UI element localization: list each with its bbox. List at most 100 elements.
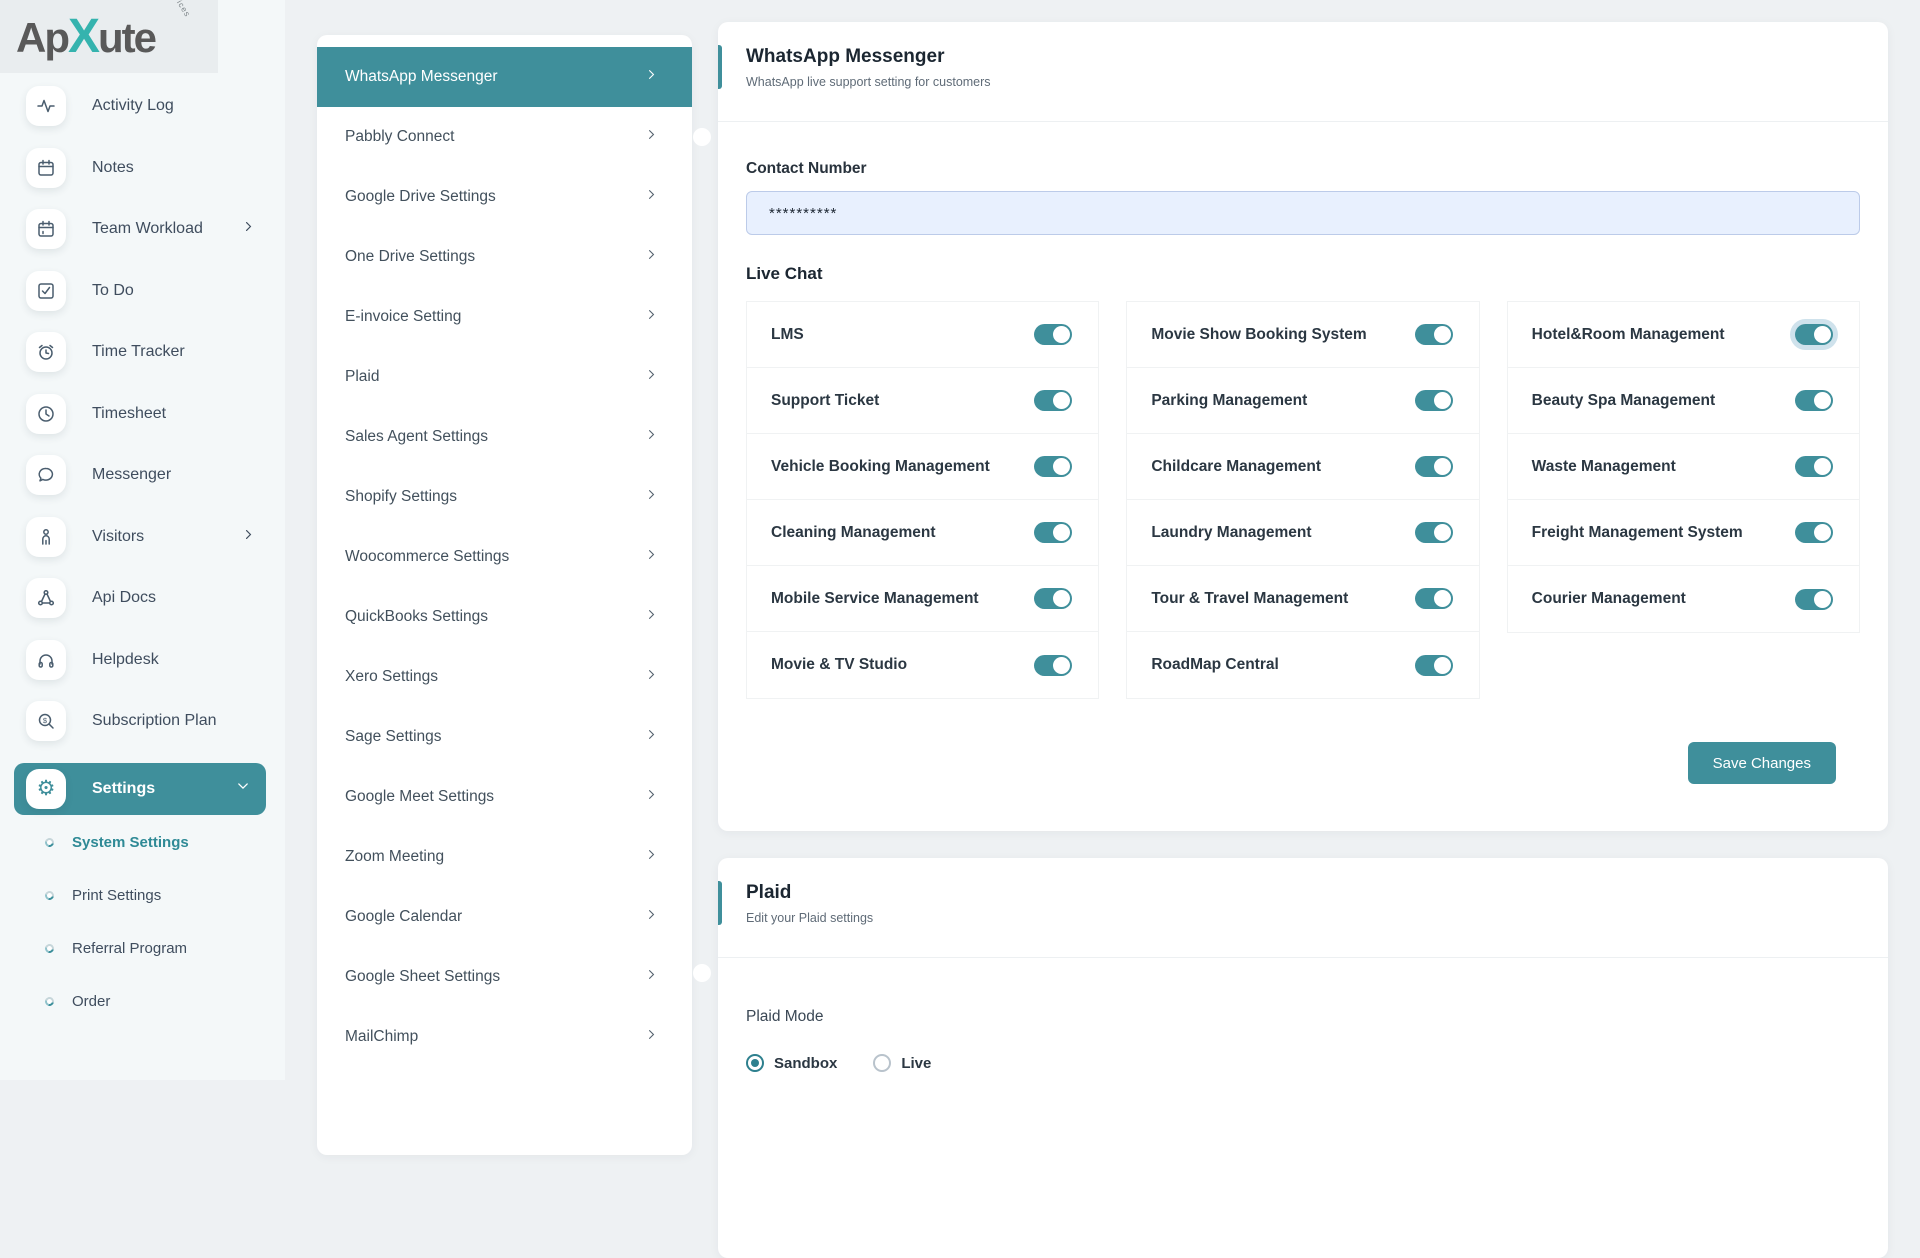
sidebar-item-to-do[interactable]: To Do: [0, 271, 285, 311]
vehicle-booking-toggle[interactable]: [1034, 456, 1072, 477]
settings-nav-quickbooks[interactable]: QuickBooks Settings: [317, 587, 692, 647]
childcare-toggle[interactable]: [1415, 456, 1453, 477]
plaid-mode-label: Plaid Mode: [746, 1008, 1860, 1026]
submenu-item-referral-program[interactable]: Referral Program: [0, 932, 285, 964]
brand-tagline: Web Services: [152, 0, 192, 19]
live-chat-row-vehicle-booking: Vehicle Booking Management: [747, 434, 1098, 500]
sidebar-item-settings[interactable]: ⚙ Settings: [14, 763, 266, 815]
live-chat-row-tour-travel: Tour & Travel Management: [1127, 566, 1478, 632]
hotel-room-toggle[interactable]: [1795, 324, 1833, 345]
movie-tv-studio-toggle[interactable]: [1034, 655, 1072, 676]
sidebar-item-time-tracker[interactable]: Time Tracker: [0, 332, 285, 372]
settings-nav-google-sheet[interactable]: Google Sheet Settings: [317, 947, 692, 1007]
sidebar: ApXute Web Services Activity Log Notes T…: [0, 0, 285, 1080]
support-ticket-toggle[interactable]: [1034, 390, 1072, 411]
submenu-item-print-settings[interactable]: Print Settings: [0, 879, 285, 911]
submenu-item-order[interactable]: Order: [0, 985, 285, 1017]
live-radio[interactable]: [873, 1054, 891, 1072]
settings-nav-xero[interactable]: Xero Settings: [317, 647, 692, 707]
plaid-subtitle: Edit your Plaid settings: [746, 911, 1860, 925]
chevron-right-icon: [645, 668, 658, 686]
settings-nav-google-calendar[interactable]: Google Calendar: [317, 887, 692, 947]
accent-bar: [718, 45, 722, 89]
settings-nav-zoom-meeting[interactable]: Zoom Meeting: [317, 827, 692, 887]
live-chat-row-courier: Courier Management: [1508, 566, 1859, 632]
whatsapp-messenger-card: WhatsApp Messenger WhatsApp live support…: [718, 22, 1888, 831]
sidebar-item-visitors[interactable]: Visitors: [0, 517, 285, 557]
live-chat-row-freight: Freight Management System: [1508, 500, 1859, 566]
settings-nav-plaid[interactable]: Plaid: [317, 347, 692, 407]
sidebar-item-subscription-plan[interactable]: $ Subscription Plan: [0, 701, 285, 741]
sidebar-item-notes[interactable]: Notes: [0, 148, 285, 188]
chevron-right-icon: [645, 188, 658, 206]
chevron-right-icon: [645, 548, 658, 566]
sidebar-item-helpdesk[interactable]: Helpdesk: [0, 640, 285, 680]
settings-nav-sales-agent[interactable]: Sales Agent Settings: [317, 407, 692, 467]
tour-travel-toggle[interactable]: [1415, 588, 1453, 609]
search-dollar-icon: $: [26, 701, 66, 741]
live-chat-row-parking: Parking Management: [1127, 368, 1478, 434]
chevron-right-icon: [242, 528, 255, 546]
settings-nav-e-invoice[interactable]: E-invoice Setting: [317, 287, 692, 347]
live-chat-row-support-ticket: Support Ticket: [747, 368, 1098, 434]
live-chat-row-mobile-service: Mobile Service Management: [747, 566, 1098, 632]
whatsapp-card-body: Contact Number Live Chat LMS Support Tic…: [718, 160, 1888, 784]
sidebar-item-team-workload[interactable]: Team Workload: [0, 209, 285, 249]
sandbox-radio[interactable]: [746, 1054, 764, 1072]
submenu-item-system-settings[interactable]: System Settings: [0, 826, 285, 858]
sidebar-item-messenger[interactable]: Messenger: [0, 455, 285, 495]
settings-nav-sage[interactable]: Sage Settings: [317, 707, 692, 767]
waste-toggle[interactable]: [1795, 456, 1833, 477]
settings-nav-google-meet[interactable]: Google Meet Settings: [317, 767, 692, 827]
laundry-toggle[interactable]: [1415, 522, 1453, 543]
settings-nav-google-drive[interactable]: Google Drive Settings: [317, 167, 692, 227]
parking-toggle[interactable]: [1415, 390, 1453, 411]
todo-check-icon: [26, 271, 66, 311]
settings-nav-whatsapp-messenger[interactable]: WhatsApp Messenger: [317, 47, 692, 107]
settings-nav-mailchimp[interactable]: MailChimp: [317, 1007, 692, 1067]
chevron-right-icon: [645, 68, 658, 86]
live-chat-row-cleaning: Cleaning Management: [747, 500, 1098, 566]
brand-wordmark: ApXute: [16, 9, 155, 64]
settings-submenu: System Settings Print Settings Referral …: [0, 826, 285, 1038]
chevron-right-icon: [645, 1028, 658, 1046]
live-chat-column-2: Movie Show Booking System Parking Manage…: [1126, 301, 1479, 699]
freight-toggle[interactable]: [1795, 522, 1833, 543]
workload-calendar-icon: [26, 209, 66, 249]
clock-icon: [26, 394, 66, 434]
chevron-right-icon: [645, 488, 658, 506]
bullet-icon: [43, 836, 55, 848]
mobile-service-toggle[interactable]: [1034, 588, 1072, 609]
settings-nav-shopify[interactable]: Shopify Settings: [317, 467, 692, 527]
lms-toggle[interactable]: [1034, 324, 1072, 345]
chevron-right-icon: [645, 308, 658, 326]
chevron-right-icon: [645, 848, 658, 866]
settings-nav-one-drive[interactable]: One Drive Settings: [317, 227, 692, 287]
live-chat-column-3: Hotel&Room Management Beauty Spa Managem…: [1507, 301, 1860, 633]
alarm-clock-icon: [26, 332, 66, 372]
sidebar-item-api-docs[interactable]: Api Docs: [0, 578, 285, 618]
courier-toggle[interactable]: [1795, 589, 1833, 610]
sidebar-item-timesheet[interactable]: Timesheet: [0, 394, 285, 434]
save-changes-button[interactable]: Save Changes: [1688, 742, 1836, 784]
live-chat-row-beauty-spa: Beauty Spa Management: [1508, 368, 1859, 434]
beauty-spa-toggle[interactable]: [1795, 390, 1833, 411]
contact-number-input[interactable]: [746, 191, 1860, 235]
contact-number-label: Contact Number: [746, 160, 1860, 178]
roadmap-central-toggle[interactable]: [1415, 655, 1453, 676]
sidebar-item-activity-log[interactable]: Activity Log: [0, 86, 285, 126]
live-chat-row-roadmap-central: RoadMap Central: [1127, 632, 1478, 698]
live-chat-grid: LMS Support Ticket Vehicle Booking Manag…: [746, 301, 1860, 699]
whatsapp-card-header: WhatsApp Messenger WhatsApp live support…: [718, 22, 1888, 122]
movie-show-booking-toggle[interactable]: [1415, 324, 1453, 345]
settings-nav-pabbly-connect[interactable]: Pabbly Connect: [317, 107, 692, 167]
bullet-icon: [43, 942, 55, 954]
chevron-right-icon: [242, 220, 255, 238]
live-chat-heading: Live Chat: [746, 264, 1860, 284]
sandbox-label: Sandbox: [774, 1055, 837, 1072]
cleaning-toggle[interactable]: [1034, 522, 1072, 543]
chevron-right-icon: [645, 128, 658, 146]
plaid-card-body: Plaid Mode Sandbox Live: [718, 1008, 1888, 1072]
settings-nav-woocommerce[interactable]: Woocommerce Settings: [317, 527, 692, 587]
bullet-icon: [43, 889, 55, 901]
